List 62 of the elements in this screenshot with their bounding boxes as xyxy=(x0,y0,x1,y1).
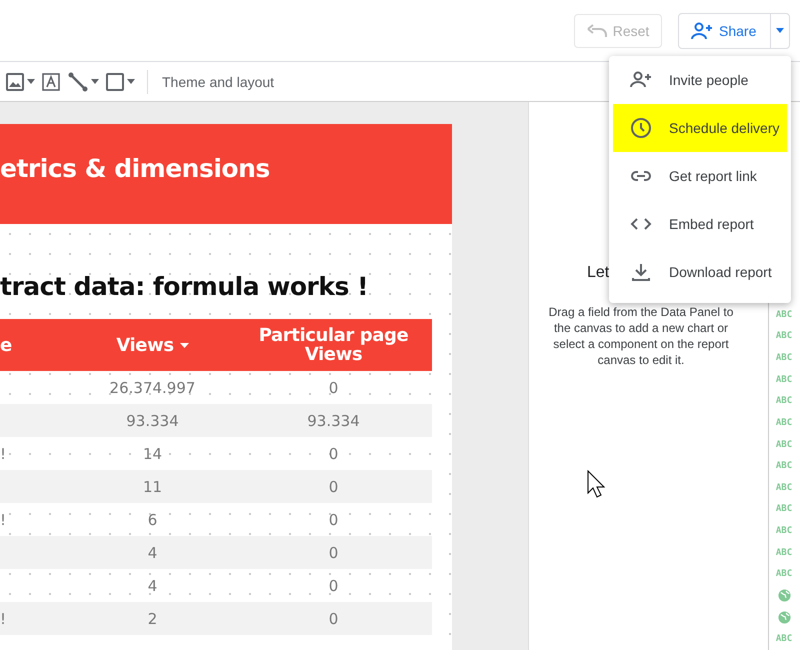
table-cell-text: 6 xyxy=(146,510,158,530)
table-cell-text: 4 xyxy=(146,542,158,564)
table-cell-text: ! xyxy=(0,510,8,530)
rectangle-icon xyxy=(105,72,125,92)
panel-hint: Drag a field from the Data Panel to the canvas to add a new chart or select a component on the report canvas to edit it. xyxy=(548,304,734,368)
menu-item[interactable]: Get report link xyxy=(613,152,787,200)
text-type-icon: ABC xyxy=(776,353,792,364)
globe-icon xyxy=(778,589,790,602)
menu-item[interactable]: Schedule delivery xyxy=(613,104,787,152)
table-cell-text: 4 xyxy=(146,576,158,596)
report-title: tract data: formula works ! xyxy=(0,272,369,301)
table-cell-text: 93.334 xyxy=(125,410,180,432)
text-type-icon: ABC xyxy=(776,331,792,342)
menu-item[interactable]: Download report xyxy=(613,248,787,296)
text-type-icon: ABC xyxy=(776,526,792,536)
table-cell-text: ! xyxy=(0,444,8,464)
menu-item[interactable]: Embed report xyxy=(613,200,787,248)
column-header[interactable]: Particular page Views xyxy=(235,319,432,371)
header-title: etrics & dimensions xyxy=(0,154,270,182)
text-type-icon: ABC xyxy=(776,440,792,450)
table-cell-text: ! xyxy=(0,608,8,630)
text-type-icon: ABC xyxy=(776,396,792,406)
column-header[interactable]: e xyxy=(0,319,70,371)
globe-icon xyxy=(778,611,790,624)
table-cell-text: 26.374.997 xyxy=(108,378,196,398)
clock-icon xyxy=(629,116,653,140)
text-type-icon: ABC xyxy=(776,374,792,385)
image-icon xyxy=(5,72,25,92)
table-cell-text: 0 xyxy=(328,542,340,564)
text-type-icon: ABC xyxy=(776,310,792,320)
text-type-icon: ABC xyxy=(776,569,792,580)
caret-icon xyxy=(127,79,135,84)
undo-icon xyxy=(586,24,607,38)
text-type-icon: ABC xyxy=(776,504,792,514)
text-type-icon: ABC xyxy=(776,482,792,493)
caret-icon xyxy=(776,28,784,33)
line-icon xyxy=(67,70,89,92)
cursor-icon xyxy=(587,470,606,500)
text-type-icon: ABC xyxy=(776,634,792,644)
table-cell-text: 2 xyxy=(146,608,158,630)
table-cell-text: 0 xyxy=(328,576,340,596)
menu-item[interactable]: Invite people xyxy=(613,56,787,104)
table-cell-text: 11 xyxy=(142,476,164,498)
panel-heading: Let xyxy=(586,264,610,282)
text-type-icon: ABC xyxy=(776,418,792,428)
line-tool-button[interactable] xyxy=(67,70,99,94)
table-cell-text: 0 xyxy=(328,510,340,530)
caret-icon xyxy=(27,79,35,84)
table-cell-text: 14 xyxy=(142,444,164,464)
text-type-icon: ABC xyxy=(776,548,792,558)
table-cell-text: 0 xyxy=(328,608,340,630)
caret-icon xyxy=(91,79,99,84)
sort-caret-icon xyxy=(180,342,189,348)
text-box-icon xyxy=(41,72,61,92)
person-add-icon xyxy=(691,22,713,40)
theme-and-layout-button[interactable]: Theme and layout xyxy=(162,74,274,90)
table-cell-text: 0 xyxy=(328,444,340,464)
table-cell-text: 0 xyxy=(328,476,340,498)
column-header[interactable]: Views xyxy=(70,319,235,371)
text-type-icon: ABC xyxy=(776,461,792,472)
table-cell-text: 0 xyxy=(328,378,340,398)
table-cell-text: 93.334 xyxy=(306,410,361,432)
